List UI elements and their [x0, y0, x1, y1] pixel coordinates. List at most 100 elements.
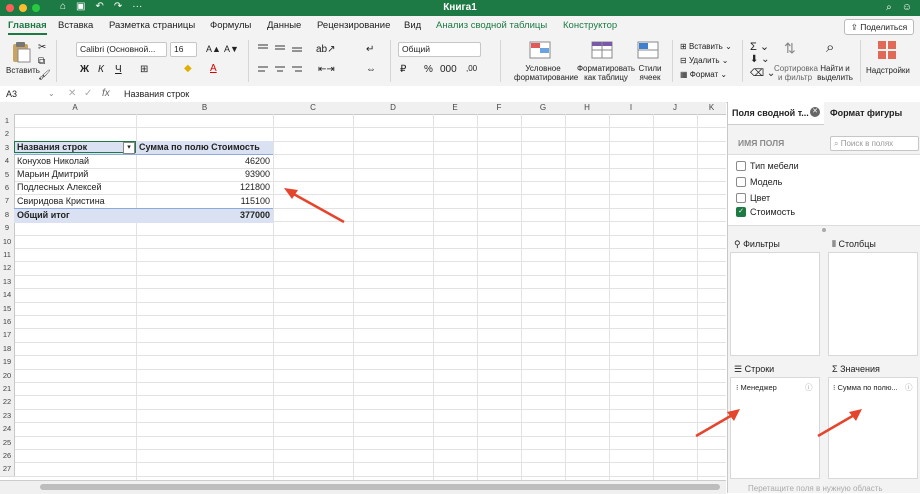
find-select-icon[interactable]: ⌕: [826, 39, 834, 56]
paste-icon[interactable]: [10, 40, 32, 64]
columns-zone[interactable]: [828, 252, 918, 356]
tab-home[interactable]: Главная: [8, 20, 47, 35]
tab-review[interactable]: Рецензирование: [317, 20, 390, 31]
format-cells-button[interactable]: ▦ Формат ⌄: [680, 70, 727, 79]
merge-icon[interactable]: ⇔: [366, 64, 376, 75]
sheet-scrollbar[interactable]: [0, 480, 726, 494]
font-color-icon[interactable]: A: [210, 63, 217, 74]
number-format-select[interactable]: Общий: [398, 42, 481, 57]
currency-icon[interactable]: ₽: [400, 64, 406, 75]
name-box-dropdown-icon[interactable]: ⌄: [48, 89, 55, 98]
horizontal-scrollbar-thumb[interactable]: [40, 484, 720, 490]
row-header[interactable]: 22: [0, 395, 15, 410]
percent-button[interactable]: %: [424, 64, 433, 75]
pivot-header-values[interactable]: Сумма по полю Стоимость: [139, 141, 260, 154]
cancel-icon[interactable]: ✕: [68, 88, 76, 99]
worksheet-grid[interactable]: A B C D E F G H I J K 1 2 3 4 5 6 7 8 9 10 11 12 13 1…: [0, 102, 726, 480]
cell-styles-label[interactable]: Стили ячеек: [636, 64, 664, 82]
search-icon[interactable]: ⌕: [886, 2, 892, 13]
row-header[interactable]: 19: [0, 355, 15, 370]
filters-zone[interactable]: [730, 252, 820, 356]
align-horizontal-icons[interactable]: [256, 64, 306, 76]
format-painter-icon[interactable]: 🖌: [38, 70, 51, 81]
info-icon[interactable]: ⓘ: [905, 382, 913, 393]
row-header[interactable]: 24: [0, 422, 15, 437]
tab-pivot-analyze[interactable]: Анализ сводной таблицы: [436, 20, 547, 31]
sort-filter-icon[interactable]: ⇅: [784, 40, 796, 57]
addins-label[interactable]: Надстройки: [866, 66, 910, 75]
share-button[interactable]: ⇪ Поделиться: [844, 19, 914, 35]
row-header[interactable]: 10: [0, 234, 15, 249]
user-icon[interactable]: ☺: [902, 2, 912, 13]
tab-formulas[interactable]: Формулы: [210, 20, 251, 31]
row-header[interactable]: 15: [0, 301, 15, 316]
filter-dropdown-icon[interactable]: ▾: [123, 142, 135, 154]
field-item-color[interactable]: Цвет: [736, 193, 770, 203]
pivot-row-value[interactable]: 93900: [139, 168, 270, 181]
delete-cells-button[interactable]: ⊟ Удалить ⌄: [680, 56, 728, 65]
row-header[interactable]: 6: [0, 181, 15, 196]
pivot-row-label[interactable]: Конухов Николай: [17, 155, 89, 168]
indent-icon[interactable]: ⇤⇥: [318, 64, 335, 75]
row-header[interactable]: 20: [0, 368, 15, 383]
checkbox[interactable]: [736, 161, 746, 171]
info-icon[interactable]: ⓘ: [805, 382, 813, 393]
conditional-formatting-icon[interactable]: [528, 40, 554, 62]
row-header[interactable]: 27: [0, 462, 15, 477]
column-header-e[interactable]: E: [433, 102, 478, 115]
clear-icon[interactable]: ⌫ ⌄: [750, 68, 775, 79]
row-header[interactable]: 13: [0, 274, 15, 290]
field-item-model[interactable]: Модель: [736, 177, 782, 187]
format-as-table-label[interactable]: Форматировать как таблицу: [576, 64, 636, 82]
rows-chip-manager[interactable]: ⁝ Менеджер: [736, 383, 777, 392]
thousands-icon[interactable]: 000: [440, 64, 457, 75]
bold-button[interactable]: Ж: [80, 64, 89, 75]
row-header[interactable]: 23: [0, 408, 15, 424]
values-chip-sum[interactable]: ⁝ Сумма по полю...: [833, 383, 898, 392]
row-header[interactable]: 17: [0, 328, 15, 343]
row-header[interactable]: 12: [0, 261, 15, 276]
conditional-formatting-label[interactable]: Условное форматирование: [514, 64, 578, 82]
italic-button[interactable]: К: [98, 64, 104, 75]
tab-page-layout[interactable]: Разметка страницы: [109, 20, 195, 31]
checkbox[interactable]: [736, 177, 746, 187]
column-header-h[interactable]: H: [565, 102, 610, 115]
insert-cells-button[interactable]: ⊞ Вставить ⌄: [680, 42, 732, 51]
cell-styles-icon[interactable]: [636, 40, 662, 62]
font-size-select[interactable]: 16: [170, 42, 197, 57]
column-header-a[interactable]: A: [14, 102, 137, 115]
checkbox[interactable]: [736, 193, 746, 203]
find-select-label[interactable]: Найти и выделить: [816, 64, 854, 82]
pivot-row-value[interactable]: 115100: [139, 195, 270, 208]
row-header[interactable]: 5: [0, 167, 15, 182]
column-header-c[interactable]: C: [273, 102, 354, 115]
column-header-g[interactable]: G: [521, 102, 566, 115]
row-header[interactable]: 14: [0, 288, 15, 303]
row-header[interactable]: 21: [0, 382, 15, 397]
autosum-icon[interactable]: Σ ⌄: [750, 40, 769, 53]
pivot-row-value[interactable]: 121800: [139, 181, 270, 194]
wrap-text-icon[interactable]: ↵: [366, 44, 374, 55]
row-header[interactable]: 8: [0, 207, 15, 223]
tab-design[interactable]: Конструктор: [563, 20, 617, 31]
row-header[interactable]: 26: [0, 449, 15, 464]
pivot-row-value[interactable]: 46200: [139, 155, 270, 168]
column-header-d[interactable]: D: [353, 102, 434, 115]
column-header-j[interactable]: J: [653, 102, 698, 115]
borders-icon[interactable]: ⊞: [140, 64, 148, 75]
fill-icon[interactable]: ⬇ ⌄: [750, 54, 770, 65]
formula-input[interactable]: Названия строк: [124, 89, 189, 99]
row-header[interactable]: 2: [0, 127, 15, 142]
pivot-total-label[interactable]: Общий итог: [17, 209, 70, 222]
orientation-icon[interactable]: ab↗: [316, 44, 336, 55]
addins-icon[interactable]: [877, 40, 897, 60]
pivot-header-rows[interactable]: Названия строк: [17, 141, 87, 154]
field-search-input[interactable]: ⌕ Поиск в полях: [830, 136, 919, 151]
name-box[interactable]: A3: [6, 89, 17, 99]
column-header-i[interactable]: I: [609, 102, 654, 115]
row-header[interactable]: 25: [0, 435, 15, 450]
row-header[interactable]: 9: [0, 221, 15, 236]
row-header[interactable]: 18: [0, 341, 15, 357]
column-header-k[interactable]: K: [697, 102, 726, 115]
font-name-select[interactable]: Calibri (Основной...: [76, 42, 167, 57]
